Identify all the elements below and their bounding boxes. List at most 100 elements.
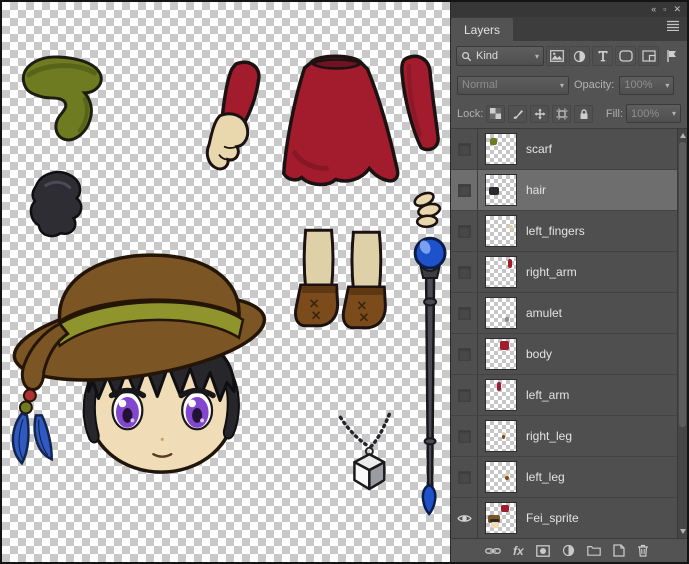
thumbnail-mark bbox=[497, 382, 501, 390]
layer-thumbnail[interactable] bbox=[485, 420, 517, 452]
thumbnail-mark bbox=[505, 476, 509, 480]
minimize-panel-icon[interactable]: ▫ bbox=[663, 2, 666, 17]
brush-icon bbox=[512, 108, 524, 120]
add-layer-mask-button[interactable] bbox=[536, 545, 550, 557]
link-layers-button[interactable] bbox=[485, 546, 501, 556]
layer-row[interactable]: Fei_sprite bbox=[451, 498, 687, 538]
visibility-toggle[interactable] bbox=[451, 416, 478, 456]
visibility-toggle[interactable] bbox=[451, 252, 478, 292]
layer-list: scarf hair left_fingers right_arm amulet bbox=[451, 129, 687, 538]
opacity-label: Opacity: bbox=[574, 79, 614, 91]
layer-name[interactable]: amulet bbox=[526, 306, 562, 320]
visibility-toggle[interactable] bbox=[451, 211, 478, 251]
panel-menu-button[interactable] bbox=[666, 18, 687, 41]
visibility-toggle[interactable] bbox=[451, 498, 478, 538]
right-leg-sprite bbox=[296, 230, 338, 326]
scroll-up-arrow-icon[interactable] bbox=[680, 133, 686, 138]
layer-row[interactable]: body bbox=[451, 334, 687, 375]
filter-smart-objects-button[interactable] bbox=[638, 46, 659, 66]
new-layer-button[interactable] bbox=[613, 544, 625, 557]
folder-icon bbox=[587, 545, 601, 556]
layers-bottom-toolbar: fx bbox=[451, 538, 687, 562]
layer-thumbnail[interactable] bbox=[485, 133, 517, 165]
layer-name[interactable]: Fei_sprite bbox=[526, 511, 579, 525]
thumbnail-mark bbox=[502, 435, 506, 439]
layer-row[interactable]: right_leg bbox=[451, 416, 687, 457]
layer-row[interactable]: left_arm bbox=[451, 375, 687, 416]
tab-layers[interactable]: Layers bbox=[451, 18, 513, 41]
delete-layer-button[interactable] bbox=[637, 544, 649, 557]
layer-thumbnail[interactable] bbox=[485, 461, 517, 493]
visibility-toggle[interactable] bbox=[451, 375, 478, 415]
lock-position-button[interactable] bbox=[530, 105, 549, 123]
new-group-button[interactable] bbox=[587, 545, 601, 556]
filter-adjustment-layers-button[interactable] bbox=[569, 46, 590, 66]
layer-name[interactable]: right_arm bbox=[526, 265, 577, 279]
opacity-select[interactable]: 100% ▾ bbox=[619, 76, 674, 95]
search-icon bbox=[461, 51, 472, 62]
layer-thumbnail[interactable] bbox=[485, 338, 517, 370]
layer-row[interactable]: left_leg bbox=[451, 457, 687, 498]
layer-row[interactable]: left_fingers bbox=[451, 211, 687, 252]
thumbnail-mark bbox=[489, 187, 499, 195]
layers-panel: « ▫ ✕ Layers Kind ▾ bbox=[450, 2, 687, 562]
filter-shape-layers-button[interactable] bbox=[615, 46, 636, 66]
visibility-toggle[interactable] bbox=[451, 170, 478, 210]
chevron-down-icon: ▾ bbox=[556, 81, 564, 90]
fill-select[interactable]: 100% ▾ bbox=[626, 104, 681, 123]
layer-row[interactable]: right_arm bbox=[451, 252, 687, 293]
layer-name[interactable]: hair bbox=[526, 183, 546, 197]
layer-row[interactable]: amulet bbox=[451, 293, 687, 334]
layer-style-button[interactable]: fx bbox=[513, 545, 524, 557]
layer-name[interactable]: scarf bbox=[526, 142, 552, 156]
visibility-empty-box bbox=[458, 225, 471, 238]
new-layer-icon bbox=[613, 544, 625, 557]
layer-name[interactable]: left_arm bbox=[526, 388, 569, 402]
blend-mode-select[interactable]: Normal ▾ bbox=[457, 76, 569, 95]
layer-row[interactable]: scarf bbox=[451, 129, 687, 170]
visibility-empty-box bbox=[458, 266, 471, 279]
visibility-toggle[interactable] bbox=[451, 129, 478, 169]
layer-name[interactable]: left_fingers bbox=[526, 224, 585, 238]
left-arm-sprite bbox=[207, 62, 259, 169]
new-adjustment-layer-button[interactable] bbox=[562, 544, 575, 557]
visibility-toggle[interactable] bbox=[451, 334, 478, 374]
filter-row: Kind ▾ bbox=[451, 41, 687, 71]
lock-image-button[interactable] bbox=[508, 105, 527, 123]
lock-all-button[interactable] bbox=[574, 105, 593, 123]
layer-name[interactable]: right_leg bbox=[526, 429, 572, 443]
filter-type-layers-button[interactable] bbox=[592, 46, 613, 66]
layer-name[interactable]: left_leg bbox=[526, 470, 565, 484]
scrollbar-thumb[interactable] bbox=[679, 142, 686, 427]
collapse-panel-icon[interactable]: « bbox=[651, 2, 656, 17]
layer-thumbnail[interactable] bbox=[485, 379, 517, 411]
chevron-down-icon: ▾ bbox=[531, 52, 539, 61]
layer-thumbnail[interactable] bbox=[485, 174, 517, 206]
lock-label: Lock: bbox=[457, 108, 483, 120]
pixel-layers-icon bbox=[550, 50, 564, 62]
scroll-down-arrow-icon[interactable] bbox=[680, 529, 686, 534]
visibility-toggle[interactable] bbox=[451, 293, 478, 333]
close-panel-icon[interactable]: ✕ bbox=[673, 2, 681, 17]
filter-pixel-layers-button[interactable] bbox=[546, 46, 567, 66]
kind-label: Kind bbox=[476, 50, 498, 62]
layer-row[interactable]: hair bbox=[451, 170, 687, 211]
layer-thumbnail[interactable] bbox=[485, 297, 517, 329]
lock-artboard-button[interactable] bbox=[552, 105, 571, 123]
filter-toggle-button[interactable] bbox=[661, 46, 682, 66]
scarf-sprite bbox=[23, 57, 101, 140]
adjustment-circle-icon bbox=[562, 544, 575, 557]
layer-thumbnail[interactable] bbox=[485, 502, 517, 534]
document-canvas[interactable] bbox=[2, 2, 450, 562]
thumbnail-mark bbox=[505, 317, 509, 322]
kind-filter-select[interactable]: Kind ▾ bbox=[456, 46, 544, 66]
layer-thumbnail[interactable] bbox=[485, 256, 517, 288]
body-sprite bbox=[284, 56, 398, 184]
staff-sprite bbox=[415, 238, 445, 514]
lock-transparency-button[interactable] bbox=[486, 105, 505, 123]
amulet-sprite bbox=[340, 414, 389, 489]
layer-thumbnail[interactable] bbox=[485, 215, 517, 247]
visibility-toggle[interactable] bbox=[451, 457, 478, 497]
layer-list-scrollbar[interactable] bbox=[677, 129, 687, 538]
layer-name[interactable]: body bbox=[526, 347, 552, 361]
